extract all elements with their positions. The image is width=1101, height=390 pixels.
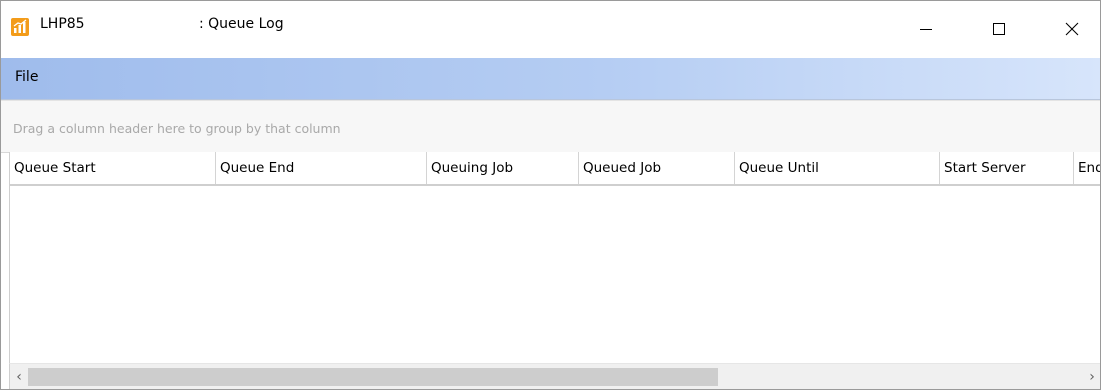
close-icon (1065, 22, 1079, 36)
minimize-icon (920, 29, 932, 30)
column-header-queue-until[interactable]: Queue Until (735, 152, 940, 184)
column-header-queuing-job[interactable]: Queuing Job (427, 152, 579, 184)
column-header-row: Queue Start Queue End Queuing Job Queued… (9, 152, 1100, 186)
scrollbar-thumb[interactable] (28, 368, 718, 386)
window-title: : Queue Log (199, 16, 284, 32)
menu-bar: File (1, 58, 1100, 100)
horizontal-scrollbar[interactable]: ‹ › (9, 363, 1100, 389)
title-bar[interactable]: LHP85 : Queue Log (1, 1, 1100, 57)
menu-file[interactable]: File (13, 69, 40, 85)
group-by-panel[interactable]: Drag a column header here to group by th… (1, 100, 1100, 153)
column-header-queue-start[interactable]: Queue Start (10, 152, 216, 184)
column-header-end[interactable]: End (1074, 152, 1100, 184)
app-name: LHP85 (40, 16, 85, 32)
column-header-queued-job[interactable]: Queued Job (579, 152, 735, 184)
scroll-left-icon[interactable]: ‹ (10, 364, 28, 389)
grid-body[interactable] (9, 186, 1100, 363)
group-by-hint: Drag a column header here to group by th… (13, 121, 341, 136)
close-button[interactable] (1044, 1, 1100, 57)
maximize-button[interactable] (971, 1, 1027, 57)
maximize-icon (993, 23, 1005, 35)
app-chart-icon (11, 18, 29, 36)
minimize-button[interactable] (898, 1, 954, 57)
scroll-right-icon[interactable]: › (1083, 364, 1100, 389)
column-header-start-server[interactable]: Start Server (940, 152, 1074, 184)
column-header-queue-end[interactable]: Queue End (216, 152, 427, 184)
queue-log-window: LHP85 : Queue Log File Drag a column hea… (0, 0, 1101, 390)
